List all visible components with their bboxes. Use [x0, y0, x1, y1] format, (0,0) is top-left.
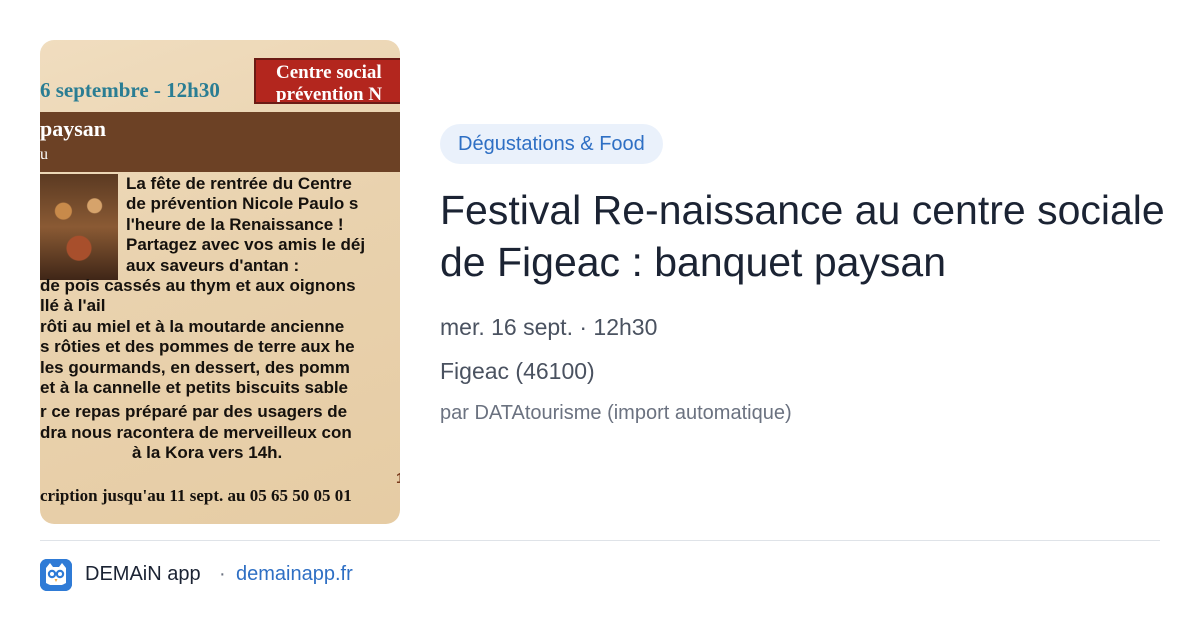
poster-band-title: paysan	[40, 116, 107, 141]
poster-line: à la Kora vers 14h.	[132, 443, 283, 463]
event-source: par DATAtourisme (import automatique)	[440, 402, 792, 424]
poster-line: de pois cassés au thym et aux oignons	[40, 275, 356, 295]
poster-line: les gourmands, en dessert, des pomm	[40, 357, 350, 377]
poster-line: r ce repas préparé par des usagers de	[40, 402, 348, 422]
poster-organizer-label: Centre social prévention N	[254, 58, 400, 104]
owl-logo-icon[interactable]	[40, 559, 72, 591]
poster-footer-text: cription jusqu'au 11 sept. au 05 65 50 0…	[40, 486, 352, 505]
app-name[interactable]: DEMAiN app	[85, 563, 201, 586]
poster-body-text: La fête de rentrée du Centre de préventi…	[40, 174, 400, 463]
event-location: Figeac (46100)	[440, 358, 595, 384]
poster-line: llé à l'ail	[40, 296, 106, 316]
poster-line: dra nous racontera de merveilleux con	[40, 422, 352, 442]
poster-line: de prévention Nicole Paulo s	[126, 194, 359, 214]
event-title[interactable]: Festival Re-naissance au centre sociale …	[440, 184, 1180, 288]
poster-line: rôti au miel et à la moutarde ancienne	[40, 316, 345, 336]
app-domain-link[interactable]: demainapp.fr	[236, 563, 353, 586]
poster-line: La fête de rentrée du Centre	[126, 174, 352, 193]
poster-line: Partagez avec vos amis le déj	[126, 235, 366, 255]
poster-line: l'heure de la Renaissance !	[126, 214, 344, 234]
poster-date-text: 6 septembre - 12h30	[40, 78, 220, 102]
poster-line: et à la cannelle et petits biscuits sabl…	[40, 377, 349, 397]
poster-org-line-2: prévention N	[276, 84, 383, 104]
footer-divider	[40, 540, 1160, 541]
poster-org-line-1: Centre social	[276, 62, 382, 83]
footer-separator: ·	[219, 563, 226, 585]
event-date: mer. 16 sept. · 12h30	[440, 314, 658, 340]
event-image[interactable]: 6 septembre - 12h30 Centre social préven…	[40, 40, 400, 524]
poster-line: aux saveurs d'antan :	[126, 255, 300, 275]
poster-title-band: paysan u	[40, 112, 400, 172]
category-badge[interactable]: Dégustations & Food	[440, 124, 663, 164]
poster-band-subtitle: u	[40, 146, 48, 163]
poster-page-mark: 1	[396, 470, 400, 487]
poster-line: s rôties et des pommes de terre aux he	[40, 337, 355, 357]
